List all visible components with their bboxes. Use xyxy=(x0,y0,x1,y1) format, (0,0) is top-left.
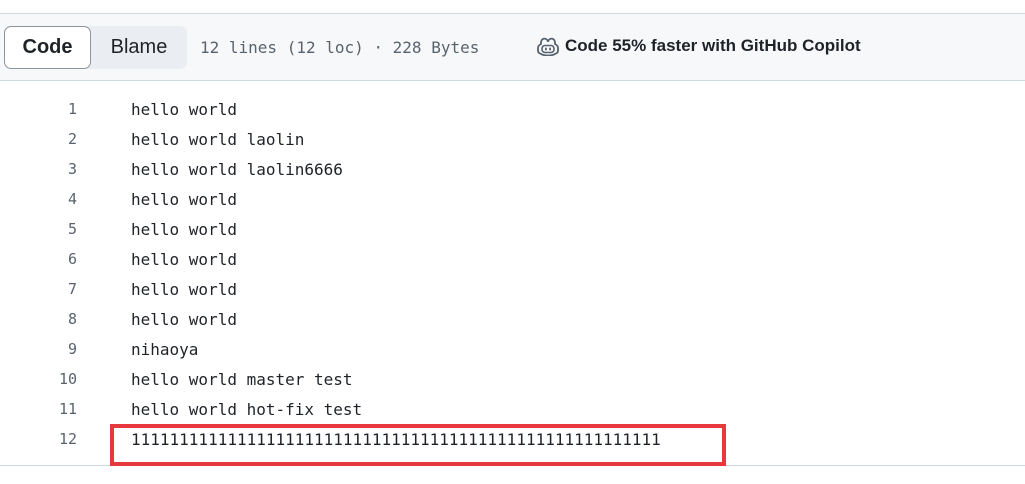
line-number[interactable]: 11 xyxy=(0,400,77,418)
line-content: hello world xyxy=(131,279,237,299)
line-number[interactable]: 2 xyxy=(0,130,77,148)
copilot-promo-label: Code 55% faster with GitHub Copilot xyxy=(565,36,861,55)
line-content: hello world laolin6666 xyxy=(131,159,343,179)
file-meta-info: 12 lines (12 loc) · 228 Bytes xyxy=(200,38,480,57)
code-line: 7 hello world xyxy=(0,274,1025,304)
line-number[interactable]: 10 xyxy=(0,370,77,388)
line-content: hello world master test xyxy=(131,369,353,389)
annotation-highlight-box xyxy=(110,424,726,466)
code-tab-button[interactable]: Code xyxy=(4,26,91,69)
copilot-promo-link[interactable]: Code 55% faster with GitHub Copilot xyxy=(537,36,861,56)
line-content: hello world xyxy=(131,99,237,119)
line-number[interactable]: 1 xyxy=(0,100,77,118)
code-line: 1 hello world xyxy=(0,94,1025,124)
code-line: 8 hello world xyxy=(0,304,1025,334)
view-mode-toggle: Code Blame xyxy=(4,26,187,69)
line-number[interactable]: 9 xyxy=(0,340,77,358)
line-number[interactable]: 12 xyxy=(0,430,77,448)
line-number[interactable]: 7 xyxy=(0,280,77,298)
line-content: nihaoya xyxy=(131,339,199,359)
code-line: 10 hello world master test xyxy=(0,364,1025,394)
line-content: hello world xyxy=(131,309,237,329)
code-line: 6 hello world xyxy=(0,244,1025,274)
code-line: 3 hello world laolin6666 xyxy=(0,154,1025,184)
code-line: 2 hello world laolin xyxy=(0,124,1025,154)
line-content: hello world xyxy=(131,189,237,209)
line-number[interactable]: 5 xyxy=(0,220,77,238)
line-number[interactable]: 4 xyxy=(0,190,77,208)
line-content: hello world xyxy=(131,219,237,239)
line-number[interactable]: 3 xyxy=(0,160,77,178)
line-number[interactable]: 8 xyxy=(0,310,77,328)
code-line: 11 hello world hot-fix test xyxy=(0,394,1025,424)
line-content: hello world laolin xyxy=(131,129,305,149)
file-toolbar: Code Blame 12 lines (12 loc) · 228 Bytes… xyxy=(0,14,1025,81)
copilot-icon xyxy=(537,36,559,56)
line-content: hello world hot-fix test xyxy=(131,399,363,419)
line-number[interactable]: 6 xyxy=(0,250,77,268)
code-line: 4 hello world xyxy=(0,184,1025,214)
code-line: 5 hello world xyxy=(0,214,1025,244)
blame-tab-button[interactable]: Blame xyxy=(91,26,187,69)
code-line: 9 nihaoya xyxy=(0,334,1025,364)
line-content: hello world xyxy=(131,249,237,269)
